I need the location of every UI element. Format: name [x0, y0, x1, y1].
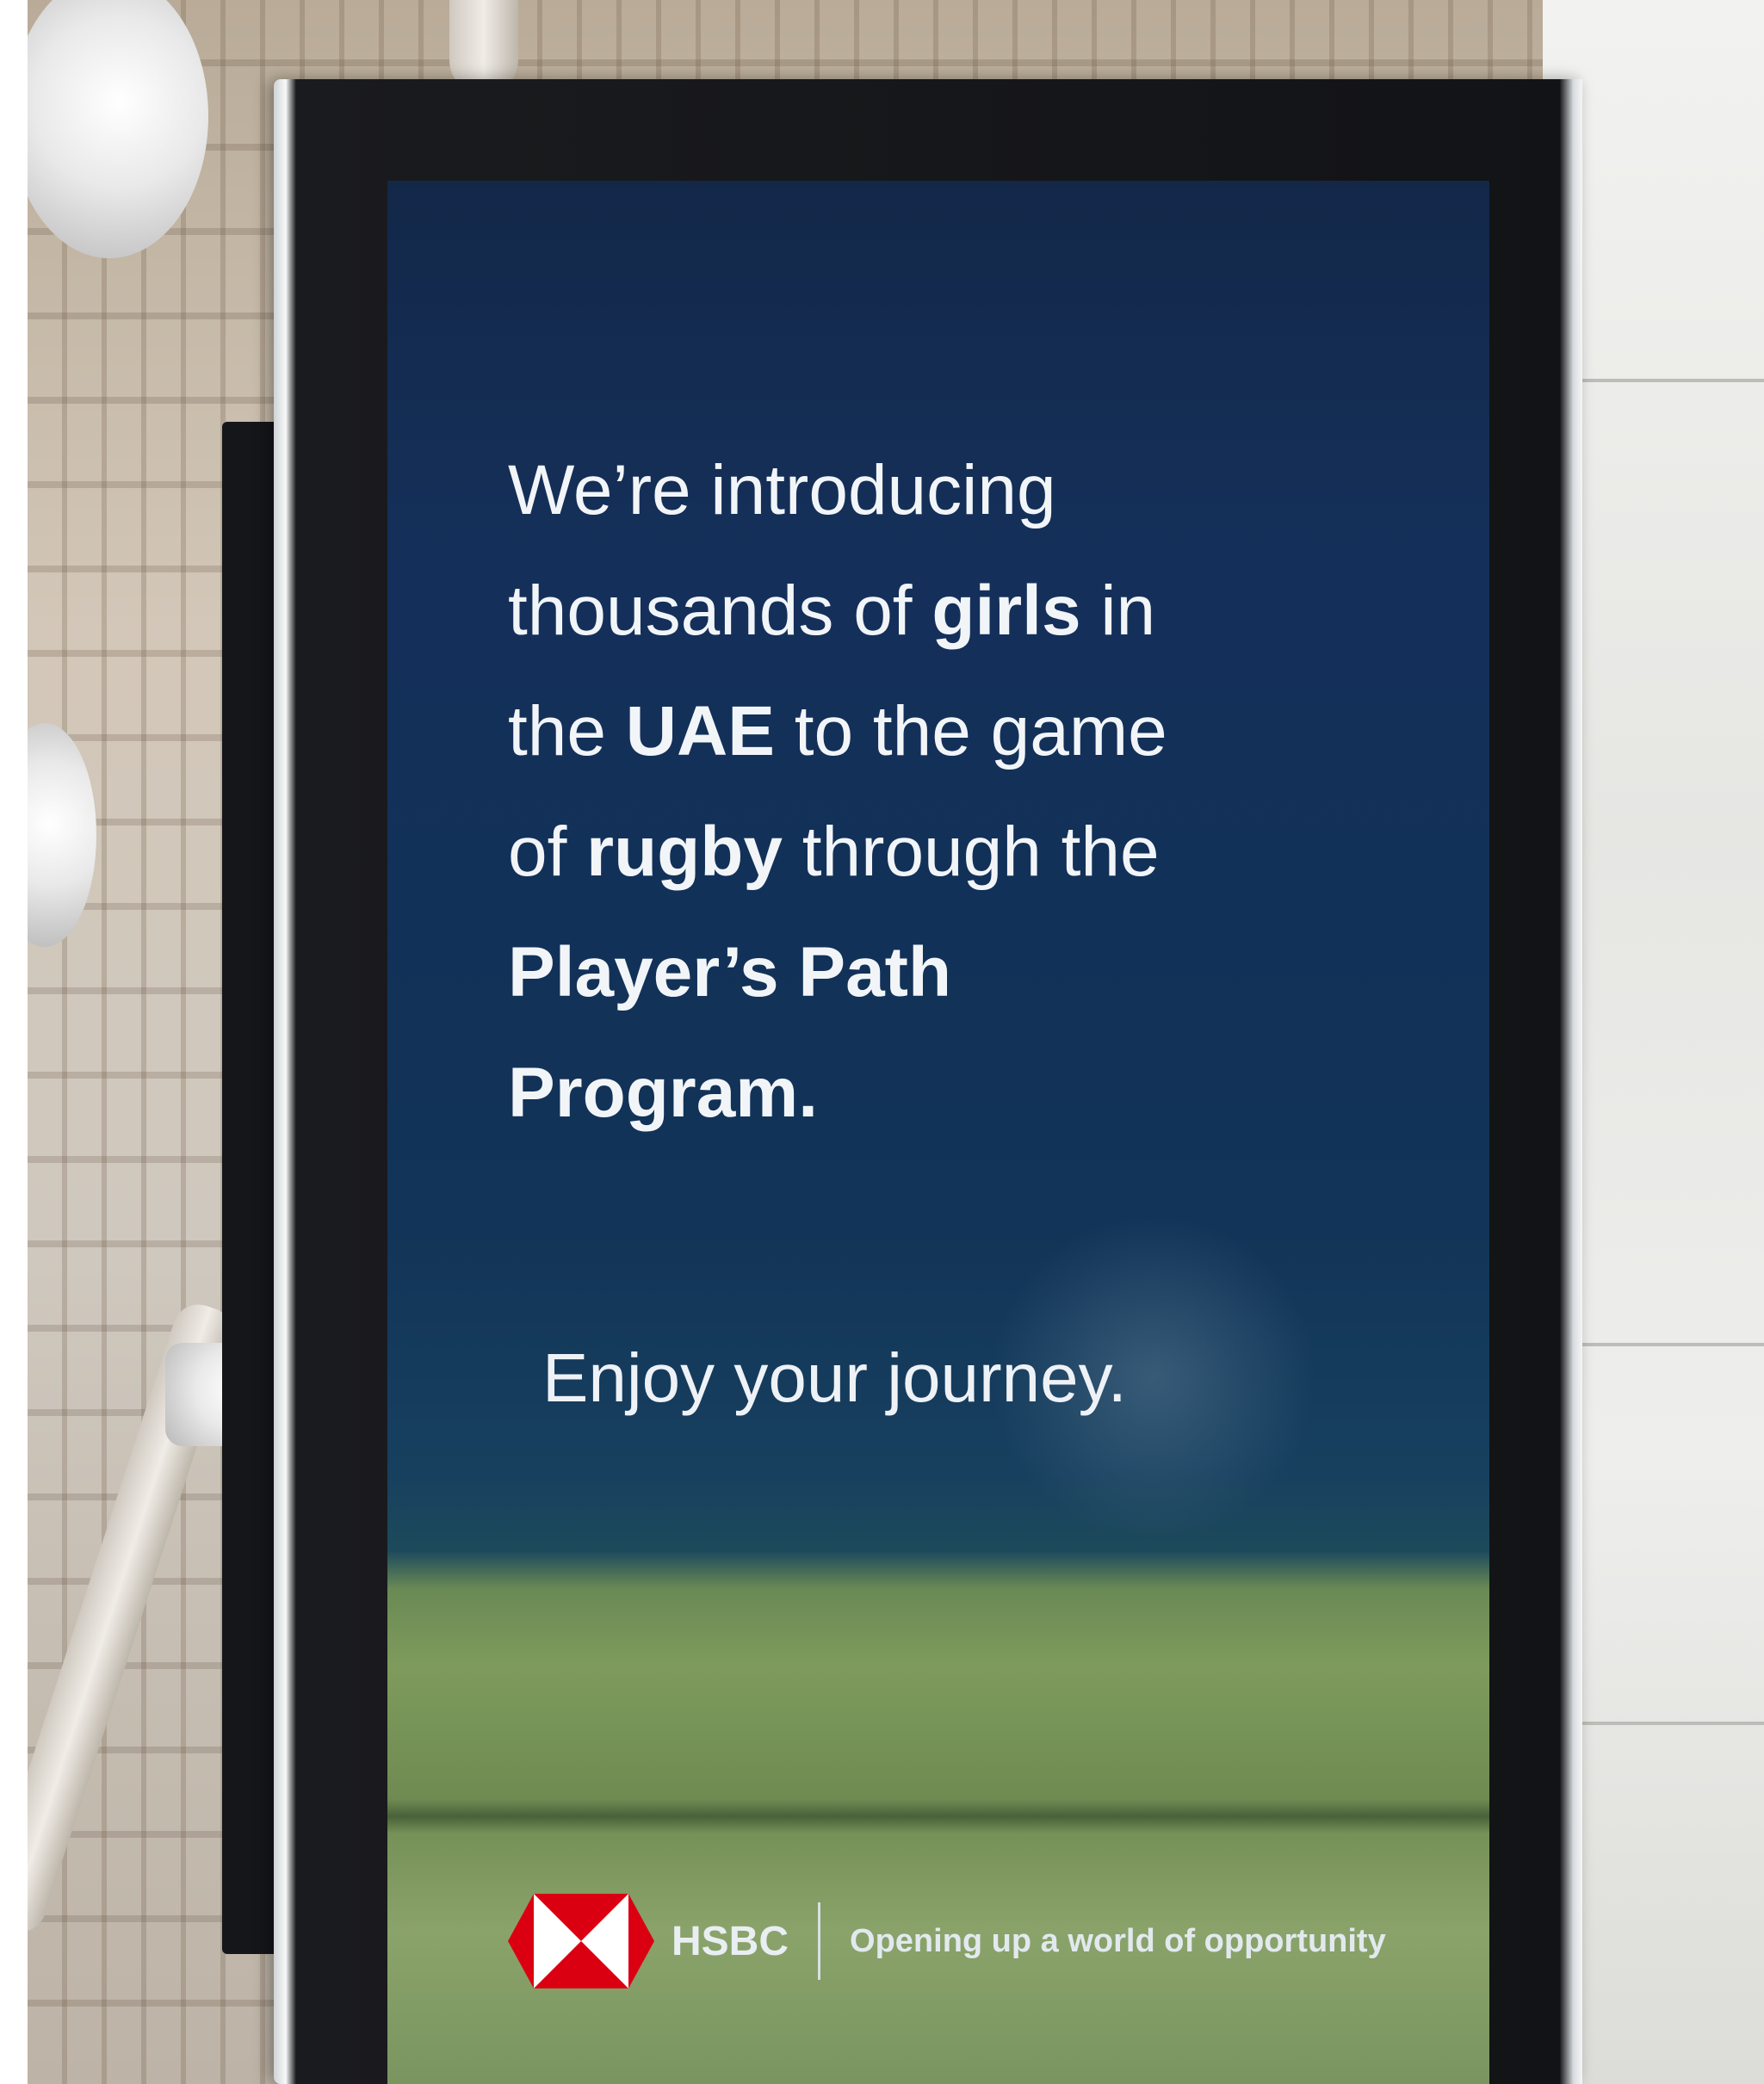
brand-name: HSBC — [672, 1918, 789, 1964]
field-horizon — [387, 1799, 1489, 1834]
headline-segment: the — [508, 692, 626, 770]
headline-emphasis: girls — [932, 572, 1081, 650]
headline-segment: thousands of — [508, 572, 932, 650]
headline-segment: We’re introducing — [508, 451, 1056, 529]
headline-segment: of — [508, 813, 587, 891]
digital-signage-screen: We’re introducing thousands of girls in th… — [387, 181, 1489, 2084]
headline-line: Program. — [508, 1033, 1455, 1153]
headline-segment: through the — [782, 813, 1160, 891]
headline-emphasis: UAE — [625, 692, 775, 770]
brand-footer: HSBC Opening up a world of opportunity — [508, 1894, 1386, 1988]
headline-line: Player’s Path — [508, 912, 1455, 1033]
headline-line: thousands of girls in — [508, 551, 1455, 671]
headline-emphasis: Player’s Path — [508, 933, 952, 1011]
headline-segment: in — [1080, 572, 1156, 650]
brand-divider — [818, 1902, 821, 1980]
headline-line: of rugby through the — [508, 792, 1455, 912]
hsbc-hexagon-logo-icon — [508, 1894, 654, 1988]
headline-line: We’re introducing — [508, 430, 1455, 551]
headline-emphasis: Program. — [508, 1054, 818, 1132]
brand-tagline: Opening up a world of opportunity — [850, 1922, 1386, 1959]
tagline-text: Enjoy your journey. — [542, 1339, 1127, 1416]
headline-segment: to the game — [774, 692, 1167, 770]
headline-text: We’re introducing thousands of girls in th… — [508, 430, 1455, 1153]
headline-emphasis: rugby — [586, 813, 783, 891]
headline-line: the UAE to the game — [508, 671, 1455, 792]
